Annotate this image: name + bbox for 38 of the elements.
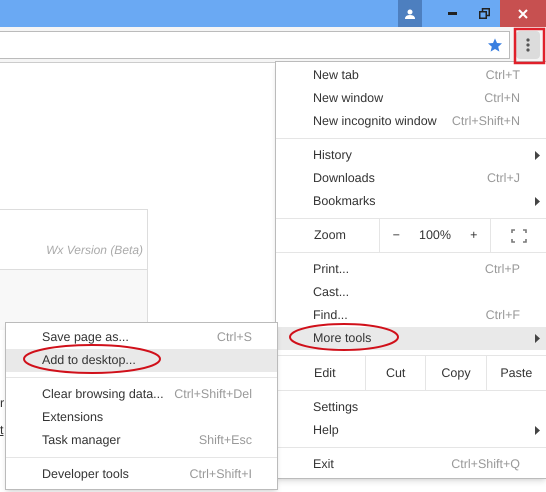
zoom-out-button[interactable]: −: [386, 226, 406, 245]
menu-item[interactable]: New window Ctrl+N: [276, 87, 546, 110]
menu-item[interactable]: Exit Ctrl+Shift+Q: [276, 453, 546, 476]
more-icon: [526, 38, 530, 52]
menu-item[interactable]: Print... Ctrl+P: [276, 258, 546, 281]
edit-label: Edit: [313, 364, 337, 382]
person-icon: [405, 8, 415, 18]
menu-item[interactable]: Save page as... Ctrl+S: [6, 326, 277, 349]
menu-item[interactable]: Find... Ctrl+F: [276, 304, 546, 327]
menu-item[interactable]: New tab Ctrl+T: [276, 64, 546, 87]
menu-item[interactable]: Add to desktop...: [6, 349, 277, 372]
menu-item[interactable]: Extensions: [6, 406, 277, 429]
zoom-level: 100%: [419, 227, 451, 244]
menu-item[interactable]: New incognito window Ctrl+Shift+N: [276, 110, 546, 133]
menu-item[interactable]: Downloads Ctrl+J: [276, 167, 546, 190]
menu-item[interactable]: More tools: [276, 327, 546, 350]
menu-item[interactable]: Clear browsing data... Ctrl+Shift+Del: [6, 383, 277, 406]
zoom-in-button[interactable]: +: [464, 226, 484, 245]
menu-item[interactable]: Developer tools Ctrl+Shift+I: [6, 463, 277, 486]
minimize-icon: [448, 12, 456, 15]
menu-item[interactable]: History: [276, 144, 546, 167]
menu-button[interactable]: [516, 30, 540, 58]
menu-item[interactable]: Cast...: [276, 281, 546, 304]
menu-item[interactable]: Help: [276, 419, 546, 442]
close-button[interactable]: [500, 0, 546, 27]
restore-icon: [478, 8, 490, 19]
zoom-label: Zoom: [313, 227, 347, 244]
fullscreen-icon: [510, 228, 526, 242]
star-icon[interactable]: [487, 36, 503, 52]
text-fragment: r: [0, 396, 4, 410]
close-icon: [518, 8, 528, 18]
version-caption: Wx Version (Beta): [46, 242, 143, 259]
profile-button[interactable]: [398, 0, 422, 27]
menu-item[interactable]: Bookmarks: [276, 190, 546, 213]
highlight-rectangle: [514, 28, 546, 64]
menu-item[interactable]: Task manager Shift+Esc: [6, 429, 277, 452]
menu-item[interactable]: Settings: [276, 396, 546, 419]
link[interactable]: t: [0, 423, 4, 437]
